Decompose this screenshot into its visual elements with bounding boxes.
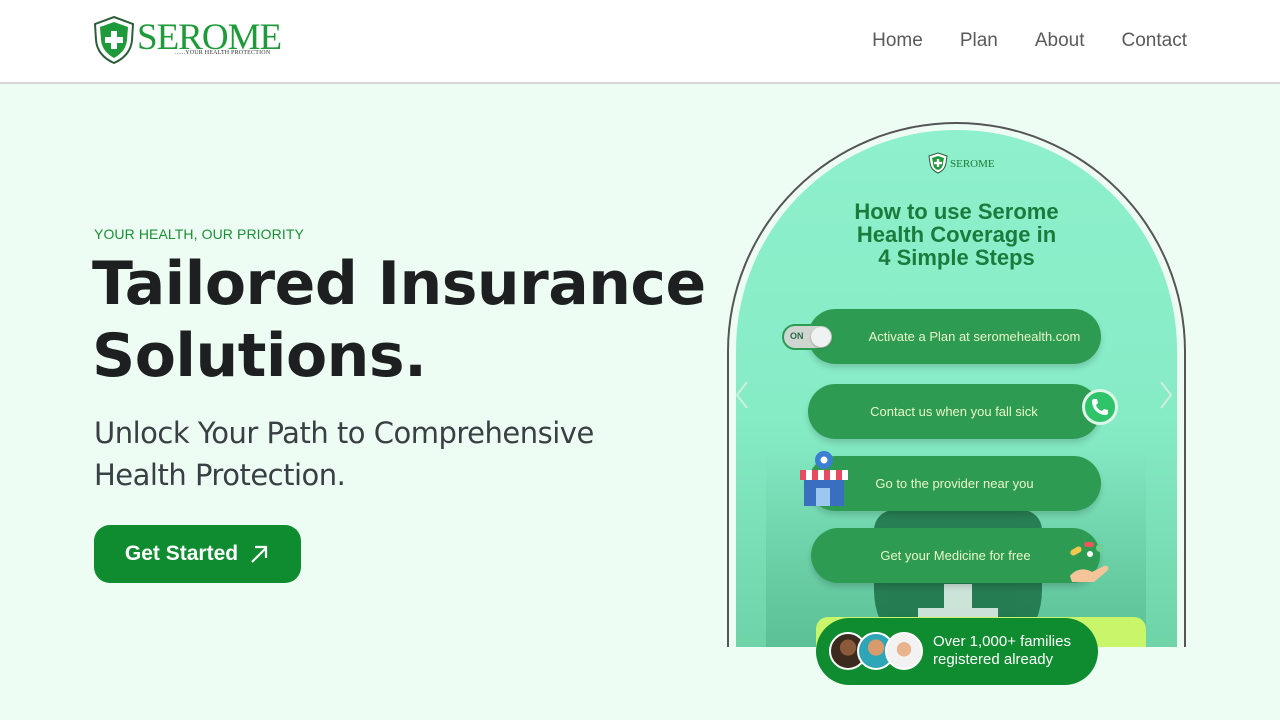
arrow-up-right-icon: [251, 545, 268, 563]
card-title: How to use Serome Health Coverage in 4 S…: [796, 200, 1117, 269]
toggle-label: ON: [790, 331, 804, 341]
step-contact-us: Contact us when you fall sick: [808, 384, 1100, 439]
hero-subhead: Unlock Your Path to Comprehensive Health…: [94, 412, 654, 496]
families-line-2: registered already: [933, 651, 1054, 668]
get-started-button[interactable]: Get Started: [94, 525, 301, 583]
headline-line-1: Tailored Insurance: [92, 249, 706, 319]
shield-logo-icon: [93, 16, 135, 64]
card-title-line-3: 4 Simple Steps: [878, 245, 1035, 270]
subhead-line-1: Unlock Your Path to Comprehensive: [94, 416, 594, 450]
step-go-to-provider: Go to the provider near you: [808, 456, 1101, 511]
brand-logo[interactable]: SEROME ......YOUR HEALTH PROTECTION: [93, 16, 293, 66]
step-get-medicine: Get your Medicine for free: [811, 528, 1100, 583]
phone-glyph: [1092, 399, 1108, 415]
headline-line-2: Solutions.: [92, 321, 427, 391]
hero-eyebrow: YOUR HEALTH, OUR PRIORITY: [94, 226, 304, 242]
site-header: SEROME ......YOUR HEALTH PROTECTION Home…: [0, 0, 1280, 84]
main-nav: Home Plan About Contact: [872, 30, 1187, 52]
families-count-text: Over 1,000+ families registered already: [933, 633, 1093, 669]
step-activate-plan: Activate a Plan at seromehealth.com: [808, 309, 1101, 364]
step-3-label: Go to the provider near you: [875, 476, 1034, 491]
nav-home[interactable]: Home: [872, 30, 923, 52]
subhead-line-2: Health Protection.: [94, 458, 346, 492]
brand-tagline: ......YOUR HEALTH PROTECTION: [175, 50, 271, 56]
step-2-label: Contact us when you fall sick: [870, 404, 1038, 419]
shield-logo-icon: [928, 152, 948, 174]
nav-plan[interactable]: Plan: [960, 30, 998, 52]
families-line-1: Over 1,000+ families: [933, 633, 1071, 650]
hero-headline: Tailored Insurance Solutions.: [92, 248, 712, 392]
nav-about[interactable]: About: [1035, 30, 1085, 52]
carousel-prev-icon[interactable]: [736, 380, 750, 410]
card-title-line-1: How to use Serome: [854, 199, 1059, 224]
medicine-hand-icon: [1070, 542, 1109, 582]
toggle-knob: [811, 327, 831, 347]
step-1-label: Activate a Plan at seromehealth.com: [868, 329, 1081, 344]
nav-contact[interactable]: Contact: [1122, 30, 1187, 52]
steps-carousel-card: SEROME How to use Serome Health Coverage…: [736, 130, 1177, 647]
on-toggle-icon: ON: [782, 324, 834, 350]
avatar-group: [829, 632, 929, 670]
get-started-label: Get Started: [124, 542, 239, 565]
step-4-label: Get your Medicine for free: [880, 548, 1031, 563]
card-brand-name: SEROME: [950, 158, 995, 170]
avatar: [885, 632, 923, 670]
carousel-next-icon[interactable]: [1158, 380, 1174, 410]
phone-icon: [1082, 389, 1118, 425]
store-icon: [800, 451, 848, 506]
card-title-line-2: Health Coverage in: [856, 222, 1057, 247]
families-badge: Over 1,000+ families registered already: [816, 618, 1098, 685]
card-logo: SEROME: [928, 152, 998, 174]
